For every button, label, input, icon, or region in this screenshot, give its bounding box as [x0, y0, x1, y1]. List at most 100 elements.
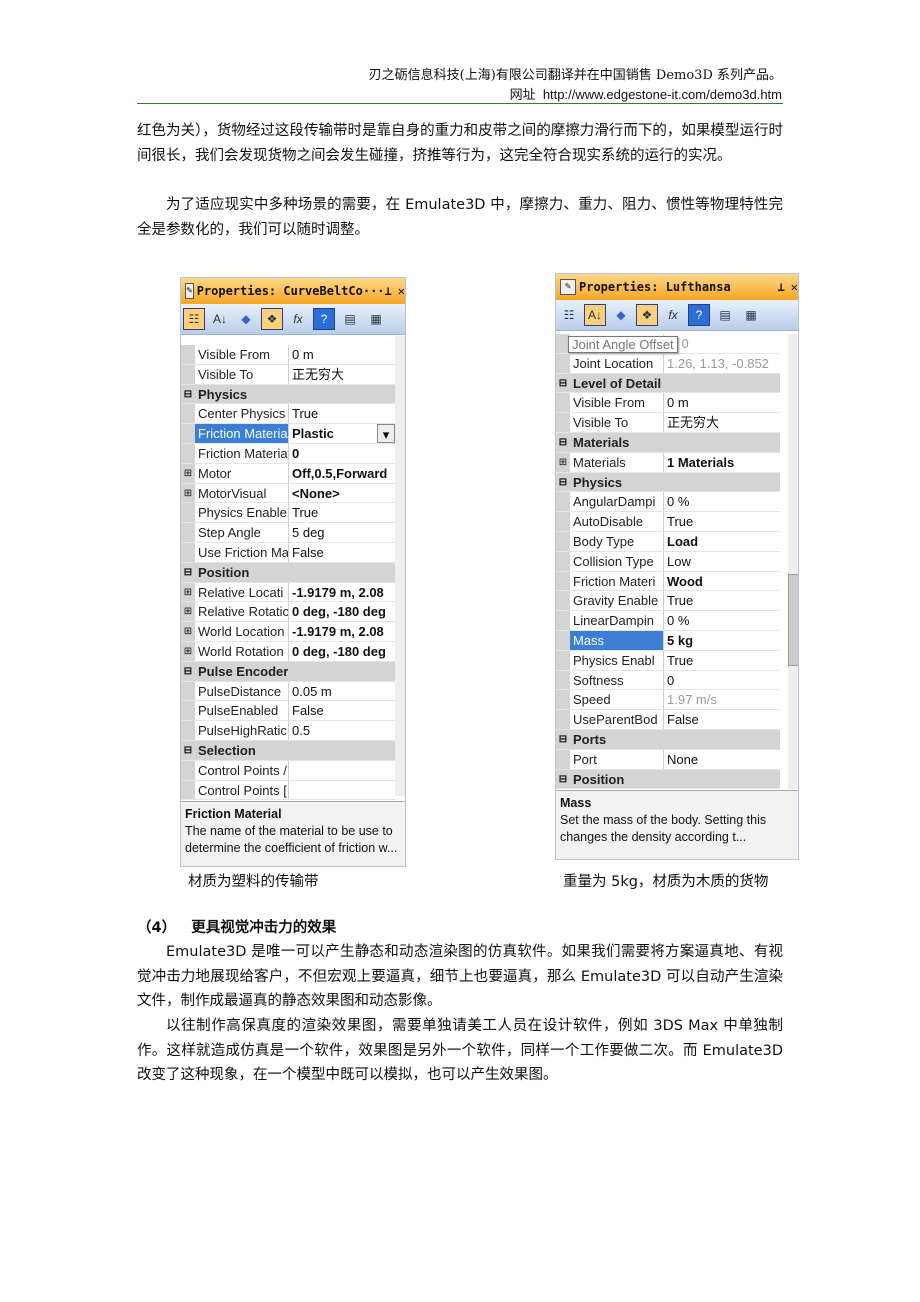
property-value[interactable] [289, 781, 395, 800]
help-icon[interactable]: ? [688, 304, 710, 326]
property-category[interactable]: ⊟ Physics [181, 384, 395, 405]
property-value[interactable]: False [664, 710, 780, 729]
property-category[interactable]: ⊟ Ports [556, 729, 780, 750]
expand-icon[interactable]: ⊞ [181, 602, 195, 622]
property-row[interactable]: Speed 1.97 m/s [556, 690, 780, 711]
expand-icon[interactable]: ⊞ [556, 452, 570, 472]
collapse-icon[interactable]: ⊟ [181, 384, 195, 404]
property-category[interactable]: ⊟ Selection [181, 740, 395, 761]
close-icon[interactable]: ✕ [398, 284, 405, 298]
scrollbar-thumb[interactable] [788, 574, 798, 666]
property-value[interactable]: True [289, 404, 395, 423]
property-row[interactable]: Friction Materia Plastic ▾ [181, 424, 395, 444]
diamond-icon[interactable]: ◆ [610, 304, 632, 326]
property-row[interactable]: Friction Materi Wood [556, 571, 780, 592]
property-row[interactable]: Collision Type Low [556, 551, 780, 572]
property-value[interactable]: 0 deg, -180 deg [289, 642, 395, 661]
property-row[interactable]: ⊞ Relative Locati -1.9179 m, 2.08 [181, 582, 395, 603]
property-value[interactable]: None [664, 750, 780, 769]
property-row[interactable]: Port None [556, 749, 780, 770]
property-value[interactable]: False [289, 701, 395, 720]
properties-filter-icon[interactable]: ❖ [261, 308, 283, 330]
collapse-icon[interactable]: ⊟ [556, 472, 570, 492]
function-icon[interactable]: fx [662, 304, 684, 326]
expand-icon[interactable]: ⊞ [181, 463, 195, 483]
scrollbar[interactable] [788, 334, 798, 789]
property-row[interactable]: ⊞ MotorVisual <None> [181, 483, 395, 504]
categorized-icon[interactable]: ☷ [183, 308, 205, 330]
property-value[interactable] [289, 761, 395, 780]
property-row[interactable]: Visible To 正无穷大 [556, 413, 780, 433]
property-value[interactable]: 1.26, 1.13, -0.852 [664, 354, 780, 373]
property-row[interactable]: Friction Materia 0 [181, 443, 395, 464]
dropdown-arrow-icon[interactable]: ▾ [377, 424, 395, 443]
property-value[interactable]: True [664, 591, 780, 610]
property-row[interactable]: Mass 5 kg [556, 630, 780, 651]
property-row[interactable]: Control Points [ [181, 780, 395, 801]
property-value[interactable]: -1.9179 m, 2.08 [289, 622, 395, 641]
property-pages-icon[interactable]: ▤ [339, 308, 361, 330]
property-row[interactable]: ⊞ Motor Off,0.5,Forward [181, 463, 395, 484]
categorized-icon[interactable]: ☷ [558, 304, 580, 326]
property-row[interactable]: PulseEnabled False [181, 701, 395, 722]
property-row[interactable]: Physics Enable True [181, 503, 395, 524]
property-row[interactable]: Physics Enabl True [556, 650, 780, 671]
sort-alpha-icon[interactable]: A↓ [584, 304, 606, 326]
property-value[interactable]: -1.9179 m, 2.08 [289, 583, 395, 602]
property-value[interactable]: <None> [289, 484, 395, 503]
property-value[interactable]: 0 [289, 444, 395, 463]
function-icon[interactable]: fx [287, 308, 309, 330]
pin-icon[interactable]: ⊥ [778, 280, 785, 294]
property-value[interactable]: Wood [664, 572, 780, 591]
property-value[interactable]: Off,0.5,Forward [289, 464, 395, 483]
property-value[interactable]: 0 % [664, 492, 780, 511]
collapse-icon[interactable]: ⊟ [556, 729, 570, 749]
property-row[interactable]: AngularDampi 0 % [556, 492, 780, 513]
property-category[interactable]: ⊟ Level of Detail [556, 373, 780, 394]
property-value[interactable]: 1 Materials [664, 453, 780, 472]
property-category[interactable]: ⊟ Materials [556, 432, 780, 453]
property-row[interactable]: AutoDisable True [556, 512, 780, 532]
property-value[interactable]: 0 m [664, 393, 780, 412]
property-row[interactable]: ⊞ Relative Rotatic 0 deg, -180 deg [181, 602, 395, 623]
property-value[interactable]: 0.5 [289, 721, 395, 740]
property-category[interactable]: ⊟ Position [556, 769, 780, 790]
property-value[interactable]: 正无穷大 [664, 413, 780, 432]
property-value[interactable]: Plastic [289, 424, 377, 443]
property-row[interactable]: Visible From 0 m [181, 345, 395, 365]
sort-alpha-icon[interactable]: A↓ [209, 308, 231, 330]
scrollbar[interactable] [395, 336, 405, 796]
property-value[interactable]: False [289, 543, 395, 562]
property-value[interactable]: 0 deg, -180 deg [289, 602, 395, 621]
collapse-icon[interactable]: ⊟ [181, 740, 195, 760]
property-value[interactable]: Load [664, 532, 780, 551]
property-value[interactable]: 0, 0 [664, 334, 780, 353]
property-row[interactable]: Gravity Enable True [556, 591, 780, 612]
property-row[interactable]: ⊞ Materials 1 Materials [556, 452, 780, 473]
collapse-icon[interactable]: ⊟ [556, 373, 570, 393]
expand-icon[interactable]: ⊞ [181, 641, 195, 661]
property-row[interactable]: Visible To 正无穷大 [181, 364, 395, 385]
property-value[interactable]: True [664, 651, 780, 670]
diamond-icon[interactable]: ◆ [235, 308, 257, 330]
property-row[interactable]: Body Type Load [556, 531, 780, 552]
help-icon[interactable]: ? [313, 308, 335, 330]
collapse-icon[interactable]: ⊟ [556, 769, 570, 789]
header-url[interactable]: http://www.edgestone-it.com/demo3d.htm [543, 87, 782, 102]
property-row[interactable]: Visible From 0 m [556, 393, 780, 414]
property-value[interactable]: 正无穷大 [289, 365, 395, 384]
property-value[interactable]: Low [664, 552, 780, 571]
property-value[interactable]: True [289, 503, 395, 522]
collapse-icon[interactable]: ⊟ [181, 562, 195, 582]
property-row[interactable]: PulseDistance 0.05 m [181, 681, 395, 702]
properties-filter-icon[interactable]: ❖ [636, 304, 658, 326]
property-row[interactable]: UseParentBod False [556, 710, 780, 730]
document-icon[interactable]: ▦ [740, 304, 762, 326]
property-value[interactable]: 5 kg [664, 631, 780, 650]
property-row[interactable]: Control Points / [181, 760, 395, 781]
property-category[interactable]: ⊟ Pulse Encoder [181, 661, 395, 682]
property-value[interactable]: 0 m [289, 345, 395, 364]
close-icon[interactable]: ✕ [791, 280, 798, 294]
property-row[interactable]: PulseHighRatic 0.5 [181, 721, 395, 741]
property-value[interactable]: 0.05 m [289, 682, 395, 701]
